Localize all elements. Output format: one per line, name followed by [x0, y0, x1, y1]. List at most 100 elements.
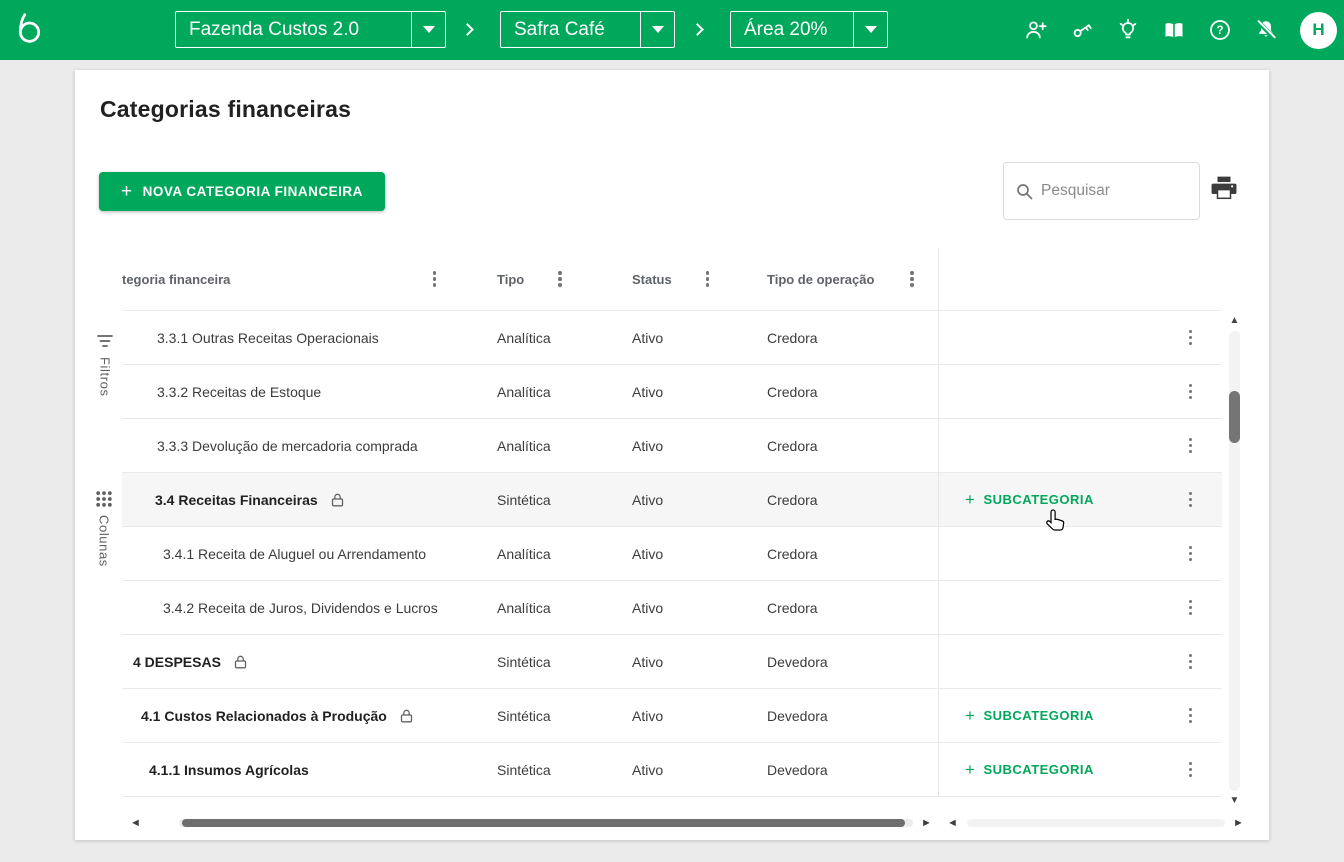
add-subcategory-label: SUBCATEGORIA — [983, 492, 1093, 507]
chevron-down-icon — [423, 26, 435, 33]
table-row[interactable]: 3.3.2 Receitas de Estoque Analítica Ativ… — [122, 364, 1222, 418]
row-menu-icon[interactable] — [1185, 704, 1197, 728]
search-box — [1003, 162, 1200, 220]
season-selector-caret[interactable] — [640, 12, 674, 47]
column-menu-icon[interactable] — [429, 267, 441, 291]
column-header-category-label: tegoria financeira — [122, 272, 230, 287]
actions-scroll-left-icon[interactable]: ◄ — [947, 817, 958, 829]
category-name-cell: 3.3.1 Outras Receitas Operacionais — [122, 311, 490, 364]
tipo-cell: Analítica — [490, 365, 625, 418]
status-cell: Ativo — [625, 581, 760, 634]
person-add-icon[interactable] — [1024, 18, 1048, 42]
chevron-right-icon — [461, 23, 474, 36]
horizontal-scrollbar-thumb[interactable] — [182, 819, 905, 827]
table-header-row: tegoria financeira Tipo Status Tipo de o… — [122, 248, 1222, 310]
season-selector[interactable]: Safra Café — [500, 11, 675, 48]
row-menu-icon[interactable] — [1185, 596, 1197, 620]
status-cell: Ativo — [625, 473, 760, 526]
scroll-up-icon[interactable]: ▲ — [1228, 315, 1241, 327]
category-name-cell: 4.1.1 Insumos Agrícolas — [122, 743, 490, 796]
scroll-left-icon[interactable]: ◄ — [130, 817, 141, 829]
farm-selector[interactable]: Fazenda Custos 2.0 — [175, 11, 446, 48]
actions-scroll-right-icon[interactable]: ► — [1233, 817, 1244, 829]
table-row[interactable]: 3.3.3 Devolução de mercadoria comprada A… — [122, 418, 1222, 472]
svg-text:?: ? — [1216, 25, 1223, 37]
season-selector-label: Safra Café — [501, 12, 640, 47]
scroll-down-icon[interactable]: ▼ — [1228, 795, 1241, 807]
help-icon[interactable]: ? — [1208, 18, 1232, 42]
lock-icon — [234, 655, 247, 669]
farm-selector-label: Fazenda Custos 2.0 — [176, 12, 411, 47]
tipo-cell: Analítica — [490, 527, 625, 580]
table-row[interactable]: 3.4 Receitas Financeiras Sintética Ativo… — [122, 472, 1222, 526]
vertical-scrollbar-thumb[interactable] — [1229, 391, 1240, 443]
column-menu-icon[interactable] — [554, 267, 566, 291]
new-category-button-label: NOVA CATEGORIA FINANCEIRA — [143, 184, 363, 199]
lock-icon — [400, 709, 413, 723]
filters-side-tab[interactable]: Filtros — [95, 332, 115, 397]
table-row[interactable]: 3.4.1 Receita de Aluguel ou Arrendamento… — [122, 526, 1222, 580]
row-menu-icon[interactable] — [1185, 326, 1197, 350]
operation-type-cell: Devedora — [760, 635, 938, 688]
row-menu-icon[interactable] — [1185, 434, 1197, 458]
key-icon[interactable] — [1070, 18, 1094, 42]
category-name: 3.3.3 Devolução de mercadoria comprada — [157, 438, 418, 454]
header-actions: ? H — [1024, 0, 1344, 60]
table-row[interactable]: 4.1.1 Insumos Agrícolas Sintética Ativo … — [122, 742, 1222, 796]
operation-type-cell: Credora — [760, 473, 938, 526]
page-title: Categorias financeiras — [100, 96, 351, 123]
operation-type-cell: Credora — [760, 419, 938, 472]
table-row[interactable]: 4 DESPESAS Sintética Ativo Devedora + — [122, 634, 1222, 688]
area-selector-caret[interactable] — [853, 12, 887, 47]
user-avatar[interactable]: H — [1300, 12, 1337, 49]
table-row[interactable]: 3.4.2 Receita de Juros, Dividendos e Luc… — [122, 580, 1222, 634]
scroll-right-icon[interactable]: ► — [921, 817, 932, 829]
new-category-button[interactable]: + NOVA CATEGORIA FINANCEIRA — [99, 172, 385, 211]
category-name: 4 DESPESAS — [133, 654, 221, 670]
row-menu-icon[interactable] — [1185, 488, 1197, 512]
row-actions-cell: + — [938, 365, 1222, 418]
tipo-cell: Sintética — [490, 473, 625, 526]
row-menu-icon[interactable] — [1185, 758, 1197, 782]
row-actions-cell: + — [938, 527, 1222, 580]
category-name: 3.4 Receitas Financeiras — [155, 492, 318, 508]
add-subcategory-button[interactable]: + SUBCATEGORIA — [965, 760, 1094, 780]
operation-type-cell: Devedora — [760, 689, 938, 742]
area-selector[interactable]: Área 20% — [730, 11, 888, 48]
table-row[interactable]: 3.3.1 Outras Receitas Operacionais Analí… — [122, 310, 1222, 364]
notifications-off-icon[interactable] — [1254, 18, 1278, 42]
plus-icon: + — [121, 181, 133, 203]
category-name: 3.4.1 Receita de Aluguel ou Arrendamento — [163, 546, 426, 562]
lock-icon — [331, 493, 344, 507]
book-icon[interactable] — [1162, 18, 1186, 42]
category-name: 4.1.1 Insumos Agrícolas — [149, 762, 309, 778]
vertical-scrollbar[interactable]: ▲ ▼ — [1228, 315, 1241, 807]
category-name: 4.1 Custos Relacionados à Produção — [141, 708, 387, 724]
farm-selector-caret[interactable] — [411, 12, 445, 47]
search-input[interactable] — [1041, 182, 1171, 200]
status-cell: Ativo — [625, 689, 760, 742]
chevron-down-icon — [865, 26, 877, 33]
columns-side-tab[interactable]: Colunas — [95, 490, 113, 567]
category-name-cell: 4.1 Custos Relacionados à Produção — [122, 689, 490, 742]
operation-type-cell: Credora — [760, 365, 938, 418]
category-name-cell: 3.3.2 Receitas de Estoque — [122, 365, 490, 418]
row-actions-cell: + — [938, 635, 1222, 688]
row-menu-icon[interactable] — [1185, 380, 1197, 404]
lightbulb-icon[interactable] — [1116, 18, 1140, 42]
add-subcategory-button[interactable]: + SUBCATEGORIA — [965, 490, 1094, 510]
tipo-cell: Analítica — [490, 581, 625, 634]
category-name-cell: 3.4 Receitas Financeiras — [122, 473, 490, 526]
row-menu-icon[interactable] — [1185, 542, 1197, 566]
app-logo[interactable] — [14, 12, 44, 49]
row-menu-icon[interactable] — [1185, 650, 1197, 674]
table-row[interactable]: 4.1 Custos Relacionados à Produção Sinté… — [122, 688, 1222, 742]
column-menu-icon[interactable] — [702, 267, 714, 291]
horizontal-scrollbar-track[interactable] — [179, 819, 913, 827]
actions-horizontal-scrollbar-track[interactable] — [967, 819, 1225, 827]
print-icon[interactable] — [1211, 176, 1237, 203]
add-subcategory-button[interactable]: + SUBCATEGORIA — [965, 706, 1094, 726]
row-actions-cell: + — [938, 311, 1222, 364]
column-header-operation-label: Tipo de operação — [767, 272, 874, 287]
column-menu-icon[interactable] — [906, 267, 918, 291]
